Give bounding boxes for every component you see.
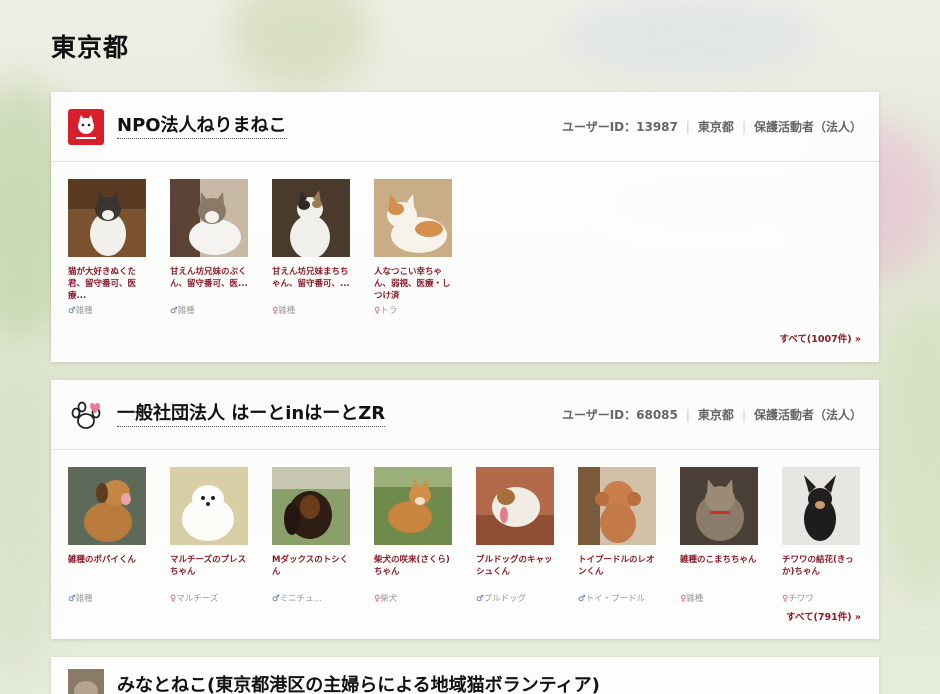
pet-name[interactable]: 雑種のポパイくん [68, 554, 146, 590]
pet-sex-breed: ♂ミニチュ... [272, 594, 322, 604]
pet-card[interactable]: 甘えん坊兄妹のぶくん、留守番可、医... ♂雑種 [170, 179, 248, 316]
meta-separator: | [685, 119, 690, 134]
pet-sex-breed: ♀チワワ [782, 594, 814, 604]
pet-sex-breed: ♀マルチーズ [170, 594, 219, 604]
pet-card[interactable]: ブルドッグのキャッシュくん ♂ブルドッグ [476, 467, 554, 604]
pet-card[interactable]: 人なつこい幸ちゃん、弱視、医療・しつけ済 ♀トラ [374, 179, 452, 316]
pet-sex-breed: ♂ブルドッグ [476, 594, 527, 604]
org-card: NPO法人ねりまねこ ユーザーID：13987 | 東京都 | 保護活動者（法人… [51, 92, 879, 362]
pet-card[interactable]: 柴犬の咲来(さくら)ちゃん ♀柴犬 [374, 467, 452, 604]
pet-name[interactable]: 甘えん坊兄妹まちちゃん、留守番可、... [272, 266, 350, 302]
org-card-header: 一般社団法人 はーとinはーとZR ユーザーID：68085 | 東京都 | 保… [51, 380, 879, 450]
org-area: 東京都 [697, 408, 734, 422]
pet-photo[interactable] [170, 467, 248, 545]
pet-name[interactable]: 甘えん坊兄妹のぶくん、留守番可、医... [170, 266, 248, 302]
pet-sex-breed: ♀トラ [374, 306, 398, 316]
org-avatar-icon[interactable] [68, 669, 104, 694]
pet-list: 雑種のポパイくん ♂雑種 マルチーズのプレスちゃん ♀マルチーズ Mダックスのト… [51, 450, 879, 604]
pet-name[interactable]: トイプードルのレオンくん [578, 554, 656, 590]
pet-list: 猫が大好きぬくた君、留守番可、医療... ♂雑種 甘えん坊兄妹のぶくん、留守番可… [51, 162, 879, 316]
user-id: ユーザーID：13987 [561, 120, 678, 134]
see-all-link[interactable]: すべて(1007件) » [779, 331, 861, 345]
org-name-link[interactable]: みなとねこ(東京都港区の主婦らによる地域猫ボランティア) [117, 675, 600, 694]
pet-photo[interactable] [476, 467, 554, 545]
org-name-link[interactable]: NPO法人ねりまねこ [117, 115, 287, 139]
pet-sex-breed: ♂雑種 [68, 306, 93, 316]
pet-photo[interactable] [68, 467, 146, 545]
pet-name[interactable]: 猫が大好きぬくた君、留守番可、医療... [68, 266, 146, 302]
pet-sex-breed: ♀雑種 [272, 306, 296, 316]
pet-photo[interactable] [170, 179, 248, 257]
org-card: みなとねこ(東京都港区の主婦らによる地域猫ボランティア) [51, 657, 879, 694]
pet-name[interactable]: マルチーズのプレスちゃん [170, 554, 248, 590]
pet-card[interactable]: Mダックスのトシくん ♂ミニチュ... [272, 467, 350, 604]
meta-separator: | [741, 407, 746, 422]
user-id: ユーザーID：68085 [561, 408, 678, 422]
pet-card[interactable]: 雑種のこまちちゃん ♀雑種 [680, 467, 758, 604]
pet-name[interactable]: Mダックスのトシくん [272, 554, 350, 590]
pet-photo[interactable] [68, 179, 146, 257]
pet-photo[interactable] [782, 467, 860, 545]
see-all-link[interactable]: すべて(791件) » [786, 609, 861, 623]
org-card-header: NPO法人ねりまねこ ユーザーID：13987 | 東京都 | 保護活動者（法人… [51, 92, 879, 162]
paw-heart-icon[interactable] [68, 397, 104, 433]
pet-photo[interactable] [272, 467, 350, 545]
pet-name[interactable]: チワワの結花(きっか)ちゃん [782, 554, 860, 590]
org-meta: ユーザーID：68085 | 東京都 | 保護活動者（法人） [562, 406, 862, 423]
pet-card[interactable]: トイプードルのレオンくん ♂トイ・プードル [578, 467, 656, 604]
pet-card[interactable]: 雑種のポパイくん ♂雑種 [68, 467, 146, 604]
meta-separator: | [741, 119, 746, 134]
org-meta: ユーザーID：13987 | 東京都 | 保護活動者（法人） [562, 118, 862, 135]
page-title: 東京都 [51, 33, 130, 62]
pet-name[interactable]: 雑種のこまちちゃん [680, 554, 758, 590]
pet-sex-breed: ♂雑種 [170, 306, 195, 316]
pet-photo[interactable] [374, 179, 452, 257]
org-area: 東京都 [697, 120, 734, 134]
pet-card[interactable]: 甘えん坊兄妹まちちゃん、留守番可、... ♀雑種 [272, 179, 350, 316]
org-card: 一般社団法人 はーとinはーとZR ユーザーID：68085 | 東京都 | 保… [51, 380, 879, 639]
pet-photo[interactable] [680, 467, 758, 545]
pet-name[interactable]: 人なつこい幸ちゃん、弱視、医療・しつけ済 [374, 266, 452, 302]
pet-sex-breed: ♂トイ・プードル [578, 594, 646, 604]
pet-card[interactable]: 猫が大好きぬくた君、留守番可、医療... ♂雑種 [68, 179, 146, 316]
pet-card[interactable]: チワワの結花(きっか)ちゃん ♀チワワ [782, 467, 860, 604]
pet-card[interactable]: マルチーズのプレスちゃん ♀マルチーズ [170, 467, 248, 604]
meta-separator: | [685, 407, 690, 422]
org-name-link[interactable]: 一般社団法人 はーとinはーとZR [117, 403, 386, 427]
pet-photo[interactable] [578, 467, 656, 545]
pet-name[interactable]: 柴犬の咲来(さくら)ちゃん [374, 554, 452, 590]
pet-sex-breed: ♀雑種 [680, 594, 704, 604]
pet-photo[interactable] [374, 467, 452, 545]
nerimaneko-logo-icon[interactable] [68, 108, 104, 145]
org-card-header: みなとねこ(東京都港区の主婦らによる地域猫ボランティア) [51, 657, 879, 694]
pet-sex-breed: ♂雑種 [68, 594, 93, 604]
org-type: 保護活動者（法人） [753, 408, 862, 422]
pet-photo[interactable] [272, 179, 350, 257]
pet-sex-breed: ♀柴犬 [374, 594, 398, 604]
org-type: 保護活動者（法人） [753, 120, 862, 134]
pet-name[interactable]: ブルドッグのキャッシュくん [476, 554, 554, 590]
